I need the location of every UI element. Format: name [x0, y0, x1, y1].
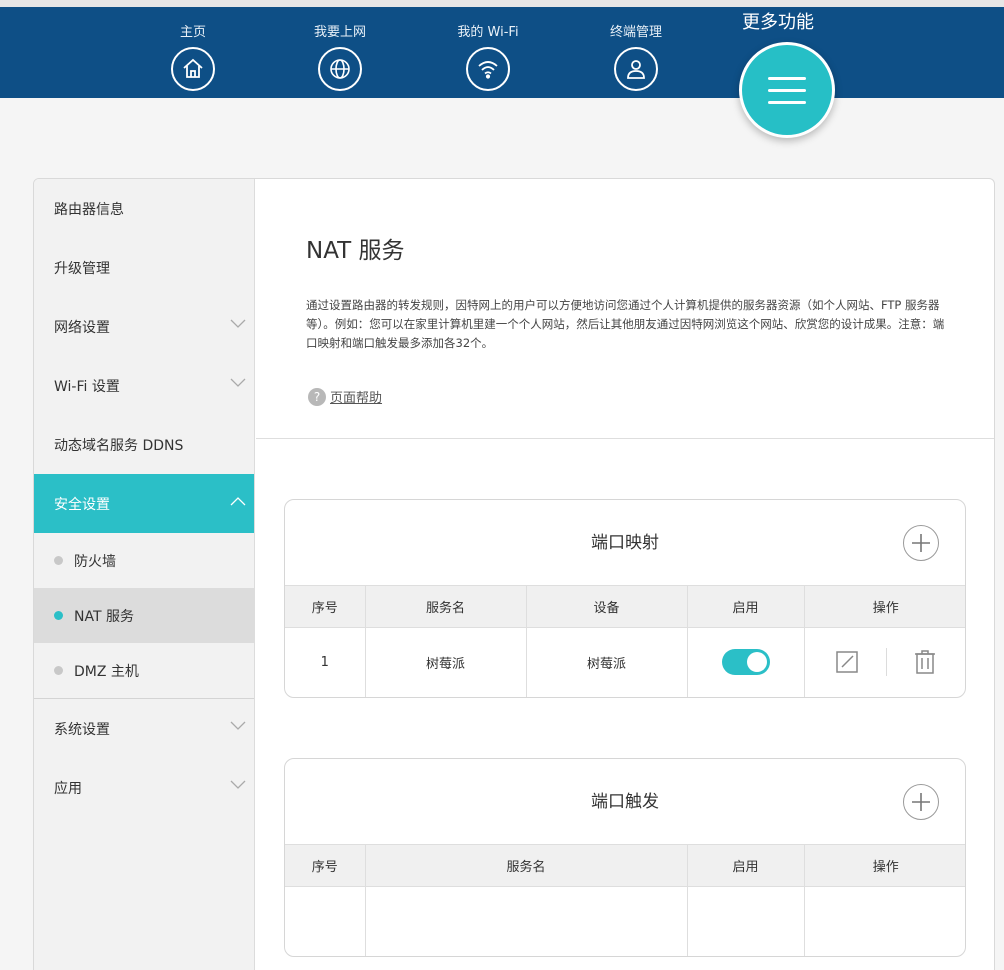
sidebar-item-wifi[interactable]: Wi-Fi 设置 [34, 356, 254, 415]
plus-icon [912, 793, 930, 811]
port-trigger-table: 序号 服务名 启用 操作 [285, 845, 965, 956]
column-header: 启用 [687, 586, 805, 628]
sidebar-subitem-dmz[interactable]: DMZ 主机 [34, 643, 254, 698]
column-header: 序号 [285, 845, 366, 887]
sidebar-item-label: 网络设置 [54, 319, 110, 336]
menu-icon-bar [768, 100, 806, 104]
globe-icon [318, 47, 362, 91]
sidebar-item-apps[interactable]: 应用 [34, 758, 254, 817]
nav-label-internet: 我要上网 [313, 25, 366, 40]
help-icon: ? [308, 387, 326, 406]
chevron-up-icon [230, 497, 246, 506]
empty-cell [687, 886, 805, 956]
user-icon [614, 47, 658, 91]
port-mapping-header: 端口映射 [285, 500, 965, 586]
sidebar-item-system[interactable]: 系统设置 [34, 699, 254, 758]
sidebar-subitem-label: DMZ 主机 [74, 663, 139, 680]
row-index: 1 [285, 627, 366, 697]
bullet-dot [54, 666, 63, 675]
main-panel: 路由器信息 升级管理 网络设置 Wi-Fi 设置 动态域名服务 DDNS 安全设… [33, 178, 995, 970]
column-header: 设备 [526, 586, 688, 628]
add-port-trigger-button[interactable] [903, 784, 939, 820]
column-header: 服务名 [365, 845, 688, 887]
page-title: NAT 服务 [306, 238, 405, 264]
divider [256, 438, 994, 439]
add-port-mapping-button[interactable] [903, 525, 939, 561]
nav-label-home: 主页 [179, 25, 206, 40]
column-header: 序号 [285, 586, 366, 628]
sidebar-item-upgrade[interactable]: 升级管理 [34, 238, 254, 297]
sidebar-item-security[interactable]: 安全设置 [34, 474, 254, 533]
sidebar-item-label: 应用 [54, 780, 82, 797]
sidebar-item-label: Wi-Fi 设置 [54, 378, 120, 395]
card-title: 端口映射 [591, 533, 659, 553]
port-trigger-card: 端口触发 序号 服务名 启用 操作 [284, 758, 966, 957]
row-device: 树莓派 [526, 627, 688, 697]
more-features-button[interactable] [739, 42, 835, 138]
column-header: 操作 [804, 845, 965, 887]
port-mapping-table: 序号 服务名 设备 启用 操作 1 树莓派 树莓派 [285, 586, 965, 697]
menu-icon-bar [768, 76, 806, 80]
nav-label-devices: 终端管理 [609, 25, 662, 40]
more-features-label: 更多功能 [742, 12, 814, 33]
sidebar-item-network[interactable]: 网络设置 [34, 297, 254, 356]
table-header-row: 序号 服务名 启用 操作 [285, 845, 965, 887]
port-mapping-card: 端口映射 序号 服务名 设备 启用 操作 1 树莓派 树莓派 [284, 499, 966, 698]
port-trigger-header: 端口触发 [285, 759, 965, 845]
sidebar: 路由器信息 升级管理 网络设置 Wi-Fi 设置 动态域名服务 DDNS 安全设… [34, 179, 255, 970]
row-enabled-cell [687, 627, 805, 697]
empty-cell [285, 886, 366, 956]
card-title: 端口触发 [591, 792, 659, 812]
sidebar-item-label: 升级管理 [54, 260, 110, 277]
table-row: 1 树莓派 树莓派 [285, 627, 965, 697]
chevron-down-icon [230, 780, 246, 789]
divider [886, 648, 888, 677]
enable-toggle[interactable] [721, 649, 770, 676]
column-header: 服务名 [365, 586, 527, 628]
empty-cell [365, 886, 688, 956]
bullet-dot [54, 556, 63, 565]
row-actions [804, 627, 965, 697]
nav-item-internet[interactable]: 我要上网 [280, 21, 400, 91]
empty-cell [804, 886, 965, 956]
sidebar-item-label: 安全设置 [54, 496, 110, 513]
sidebar-item-router-info[interactable]: 路由器信息 [34, 179, 254, 238]
content-area: NAT 服务 通过设置路由器的转发规则，因特网上的用户可以方便地访问您通过个人计… [256, 179, 994, 970]
sidebar-subitem-label: 防火墙 [74, 553, 116, 570]
sidebar-subitem-label: NAT 服务 [74, 608, 134, 625]
row-service-name: 树莓派 [365, 627, 527, 697]
chevron-down-icon [230, 319, 246, 328]
sidebar-item-label: 动态域名服务 DDNS [54, 437, 184, 454]
trash-icon[interactable] [913, 649, 937, 675]
chevron-down-icon [230, 378, 246, 387]
column-header: 操作 [804, 586, 965, 628]
bullet-dot [54, 611, 63, 620]
top-nav-bar: 主页 我要上网 我的 Wi-Fi 终端管理 [0, 0, 1004, 98]
nav-item-home[interactable]: 主页 [133, 21, 253, 91]
sidebar-item-label: 路由器信息 [54, 201, 124, 218]
page-help-link[interactable]: ? 页面帮助 [308, 387, 382, 406]
edit-icon[interactable] [834, 649, 860, 675]
wifi-icon [466, 47, 510, 91]
sidebar-subitem-nat[interactable]: NAT 服务 [34, 588, 254, 643]
page-description: 通过设置路由器的转发规则，因特网上的用户可以方便地访问您通过个人计算机提供的服务… [306, 298, 945, 350]
column-header: 启用 [687, 845, 805, 887]
nav-item-wifi[interactable]: 我的 Wi-Fi [428, 21, 548, 91]
help-link-label: 页面帮助 [330, 391, 383, 406]
chevron-down-icon [230, 721, 246, 730]
sidebar-item-label: 系统设置 [54, 721, 110, 738]
plus-icon [912, 534, 930, 552]
home-icon [171, 47, 215, 91]
sidebar-item-ddns[interactable]: 动态域名服务 DDNS [34, 415, 254, 474]
table-row-empty [285, 886, 965, 956]
table-header-row: 序号 服务名 设备 启用 操作 [285, 586, 965, 628]
sidebar-subitem-firewall[interactable]: 防火墙 [34, 533, 254, 588]
nav-label-wifi: 我的 Wi-Fi [457, 25, 519, 40]
nav-item-devices[interactable]: 终端管理 [576, 21, 696, 91]
menu-icon-bar [768, 88, 806, 92]
